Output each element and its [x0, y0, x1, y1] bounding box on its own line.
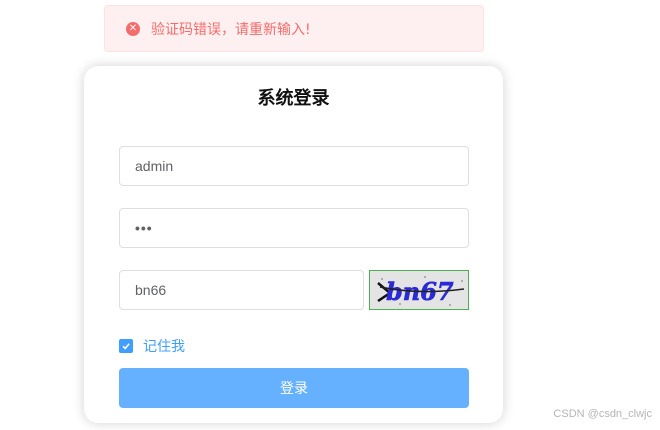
circle-close-icon: ✕ [126, 21, 140, 36]
captcha-input-value: bn66 [135, 282, 167, 298]
check-icon [122, 343, 130, 350]
login-page: ✕ 验证码错误，请重新输入! 系统登录 admin ••• bn66 bn67 [0, 0, 660, 430]
remember-me-label: 记住我 [143, 339, 185, 355]
checkbox-checked-icon[interactable] [119, 339, 133, 353]
password-value: ••• [135, 220, 153, 236]
login-card: 系统登录 admin ••• bn66 bn67 记住我 登录 [84, 66, 503, 423]
username-input[interactable]: admin [119, 146, 469, 186]
error-message-toast: ✕ 验证码错误，请重新输入! [104, 5, 484, 52]
login-title: 系统登录 [257, 88, 330, 109]
password-input[interactable]: ••• [119, 208, 469, 248]
login-button[interactable]: 登录 [119, 368, 469, 408]
watermark: CSDN @csdn_clwjc [553, 408, 652, 420]
remember-me-checkbox[interactable]: 记住我 [119, 336, 185, 356]
error-message-text: 验证码错误，请重新输入! [151, 21, 311, 38]
username-value: admin [135, 158, 174, 174]
captcha-input[interactable]: bn66 [119, 270, 364, 310]
captcha-graphic: bn67 [370, 271, 468, 309]
captcha-image[interactable]: bn67 [369, 270, 469, 310]
